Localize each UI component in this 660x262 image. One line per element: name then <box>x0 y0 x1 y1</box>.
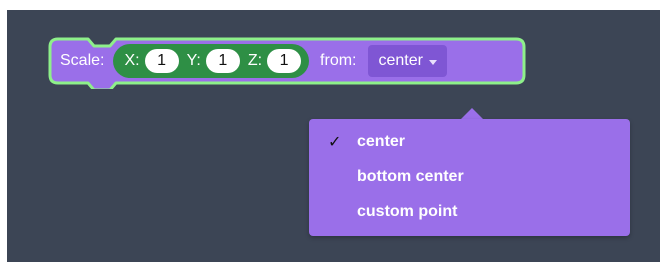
menu-item-label: custom point <box>357 203 458 220</box>
from-dropdown-value: center <box>378 52 423 69</box>
y-value-field[interactable]: 1 <box>205 49 240 73</box>
menu-item-bottom-center[interactable]: bottom center <box>309 162 630 192</box>
scale-block[interactable]: Scale: X: 1 Y: 1 Z: 1 from: center <box>46 37 526 89</box>
x-value-field[interactable]: 1 <box>144 49 179 73</box>
menu-item-custom-point[interactable]: custom point <box>309 197 630 227</box>
menu-item-center[interactable]: ✓ center <box>309 127 630 157</box>
from-dropdown[interactable]: center <box>367 45 447 77</box>
scale-label: Scale: <box>60 52 105 69</box>
menu-item-label: bottom center <box>357 168 464 185</box>
vector-input: X: 1 Y: 1 Z: 1 <box>113 44 310 78</box>
checkmark-icon: ✓ <box>328 134 342 151</box>
y-label: Y: <box>186 52 201 69</box>
x-label: X: <box>124 52 140 69</box>
z-value-field[interactable]: 1 <box>267 49 302 73</box>
from-label: from: <box>320 52 357 69</box>
menu-item-label: center <box>357 133 406 150</box>
from-dropdown-menu: ✓ center bottom center custom point <box>309 119 630 236</box>
caret-down-icon <box>428 59 437 65</box>
block-content: Scale: X: 1 Y: 1 Z: 1 from: center <box>46 43 447 79</box>
z-label: Z: <box>247 52 263 69</box>
dropdown-menu-pointer <box>461 108 483 119</box>
